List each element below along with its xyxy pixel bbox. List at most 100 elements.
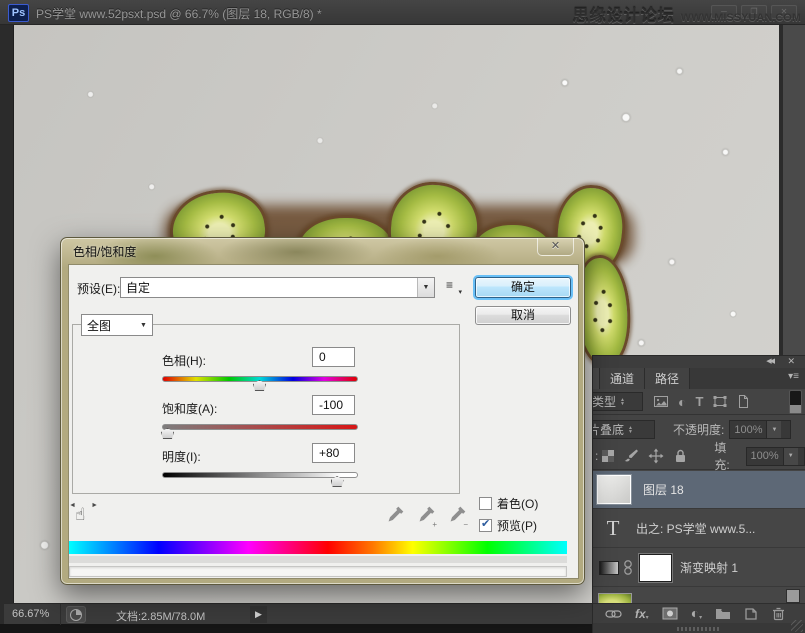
clipped-layer-thumbnail[interactable] xyxy=(598,593,632,603)
eyedropper-plus-icon[interactable]: + xyxy=(416,505,438,529)
lock-all-icon[interactable] xyxy=(673,448,688,464)
status-options-arrow[interactable]: ▶ xyxy=(250,606,267,623)
spinner-icon: ▲▼ xyxy=(628,426,633,434)
photoshop-app: Ps PS学堂 www.52psxt.psd @ 66.7% (图层 18, R… xyxy=(0,0,805,633)
dropdown-arrow-icon[interactable]: ▼ xyxy=(135,315,152,335)
lightness-slider-thumb[interactable] xyxy=(331,476,344,487)
layer-style-icon[interactable]: fx▾ xyxy=(635,607,649,621)
panel-bottom-strip xyxy=(593,623,805,633)
new-adjustment-layer-icon[interactable]: ◐▾ xyxy=(691,606,702,621)
close-panel-icon[interactable]: ✕ xyxy=(787,356,795,367)
new-layer-icon[interactable] xyxy=(744,607,758,621)
watermark-text: 思缘设计论坛 xyxy=(573,2,675,26)
cancel-button[interactable]: 取消 xyxy=(475,306,571,325)
saturation-input[interactable] xyxy=(312,395,355,415)
layer-row-gradient-map[interactable]: 渐变映射 1 xyxy=(593,549,805,587)
saturation-slider-thumb[interactable] xyxy=(161,428,174,439)
text-layer-icon[interactable]: T xyxy=(600,516,626,541)
blend-mode-value: 片叠底 xyxy=(592,421,624,438)
eyedropper-icon[interactable] xyxy=(385,505,407,529)
new-group-icon[interactable] xyxy=(715,607,731,620)
lock-transparency-icon[interactable] xyxy=(602,450,614,462)
filter-smart-icon[interactable] xyxy=(737,394,750,409)
hue-saturation-dialog: 色相/饱和度 ✕ 预设(E): 自定 ▼ ≡▾ 确定 取消 全图 ▼ 色相(H)… xyxy=(60,237,585,585)
dropdown-arrow-icon[interactable]: ▼ xyxy=(783,448,798,465)
filter-type-icon[interactable]: T xyxy=(695,394,703,409)
hue-slider-thumb[interactable] xyxy=(253,380,266,391)
lock-position-move-icon[interactable] xyxy=(648,448,664,464)
panel-resize-grip[interactable] xyxy=(791,620,803,632)
status-pie-button[interactable] xyxy=(66,606,86,623)
hue-slider[interactable] xyxy=(162,376,358,382)
watermark-site: www.missyuan.com xyxy=(681,12,801,24)
add-mask-icon[interactable] xyxy=(662,607,678,620)
eyedropper-group: + − xyxy=(385,505,469,529)
ok-button[interactable]: 确定 xyxy=(475,277,571,298)
filter-kind-combo[interactable]: 类型 ▲▼ xyxy=(592,392,643,411)
layer-name[interactable]: 渐变映射 1 xyxy=(680,559,738,576)
gradient-map-thumbnail[interactable] xyxy=(599,561,619,575)
blend-mode-combo[interactable]: 片叠底 ▲▼ xyxy=(592,420,655,439)
hue-input[interactable] xyxy=(312,347,355,367)
channel-value: 全图 xyxy=(82,317,135,334)
document-title: PS学堂 www.52psxt.psd @ 66.7% (图层 18, RGB/… xyxy=(36,5,322,22)
spinner-icon: ▲▼ xyxy=(620,398,625,406)
filter-shape-icon[interactable] xyxy=(712,394,728,409)
lightness-input[interactable] xyxy=(312,443,355,463)
saturation-label: 饱和度(A): xyxy=(162,400,217,417)
tab-paths[interactable]: 路径 xyxy=(645,368,690,389)
preview-checkbox[interactable] xyxy=(479,519,492,532)
dialog-close-button[interactable]: ✕ xyxy=(537,238,574,256)
layer-row-text[interactable]: T 出之: PS学堂 www.5... xyxy=(593,510,805,548)
colorize-option[interactable]: 着色(O) xyxy=(479,495,538,512)
fill-label: 填充: xyxy=(714,439,740,473)
panel-menu-icon[interactable]: ▾≡ xyxy=(788,371,799,382)
spectrum-before-bar xyxy=(69,541,567,554)
saturation-slider[interactable] xyxy=(162,424,358,430)
tab-channels[interactable]: 通道 xyxy=(600,368,645,389)
zoom-level[interactable]: 66.67% xyxy=(12,608,49,620)
opacity-value: 100% xyxy=(730,424,766,436)
preview-option[interactable]: 预览(P) xyxy=(479,517,537,534)
panel-scrollbar-thumb[interactable] xyxy=(786,589,800,603)
link-layers-icon[interactable] xyxy=(605,609,622,619)
eyedropper-minus-icon[interactable]: − xyxy=(447,505,469,529)
pie-icon xyxy=(70,609,82,621)
preset-combo[interactable]: 自定 ▼ xyxy=(120,277,435,298)
lightness-slider[interactable] xyxy=(162,472,358,478)
layers-panel: ◀◀ ✕ 通道 路径 ▾≡ 类型 ▲▼ ◐ T 片叠底 xyxy=(592,355,805,633)
document-size-info[interactable]: 文档:2.85M/78.0M xyxy=(116,608,205,624)
dropdown-arrow-icon[interactable]: ▼ xyxy=(766,421,781,438)
preset-value: 自定 xyxy=(121,279,417,296)
panel-drag-handle[interactable] xyxy=(677,627,721,631)
filter-kind-label: 类型 xyxy=(592,393,616,410)
divider xyxy=(60,604,61,625)
spectrum-after-inset xyxy=(69,566,567,577)
delete-layer-trash-icon[interactable] xyxy=(771,606,786,621)
layer-row-layer-18[interactable]: 图层 18 xyxy=(593,471,805,509)
lock-pixels-brush-icon[interactable] xyxy=(623,448,639,464)
dropdown-arrow-icon[interactable]: ▼ xyxy=(417,278,434,297)
blend-mode-row: 片叠底 ▲▼ 不透明度: 100% ▼ xyxy=(593,416,805,443)
opacity-combo[interactable]: 100% ▼ xyxy=(729,420,791,439)
layer-mask-thumbnail[interactable] xyxy=(639,554,672,582)
preview-label: 预览(P) xyxy=(497,517,537,534)
channel-combo[interactable]: 全图 ▼ xyxy=(81,314,153,336)
dialog-body: 预设(E): 自定 ▼ ≡▾ 确定 取消 全图 ▼ 色相(H): 饱和度(A): xyxy=(68,264,579,579)
tab-layers-clipped[interactable] xyxy=(593,368,600,389)
filter-adjustment-icon[interactable]: ◐ xyxy=(678,395,686,409)
colorize-checkbox[interactable] xyxy=(479,497,492,510)
layer-name[interactable]: 图层 18 xyxy=(643,481,684,498)
filter-image-icon[interactable] xyxy=(653,394,669,409)
preset-options-icon[interactable]: ≡▾ xyxy=(446,281,460,294)
targeted-adjustment-tool-icon[interactable]: ◄ ► ☝ xyxy=(71,503,97,529)
lightness-label: 明度(I): xyxy=(162,448,201,465)
layer-filter-row: 类型 ▲▼ ◐ T xyxy=(593,389,805,415)
spectrum-after-bar xyxy=(69,556,567,563)
layer-name[interactable]: 出之: PS学堂 www.5... xyxy=(636,520,755,537)
collapse-panel-icon[interactable]: ◀◀ xyxy=(766,357,773,365)
arrow-right-icon: ► xyxy=(91,502,98,509)
layer-thumbnail[interactable] xyxy=(598,476,630,503)
fill-combo[interactable]: 100% ▼ xyxy=(746,447,805,466)
channel-groupbox xyxy=(72,324,460,494)
